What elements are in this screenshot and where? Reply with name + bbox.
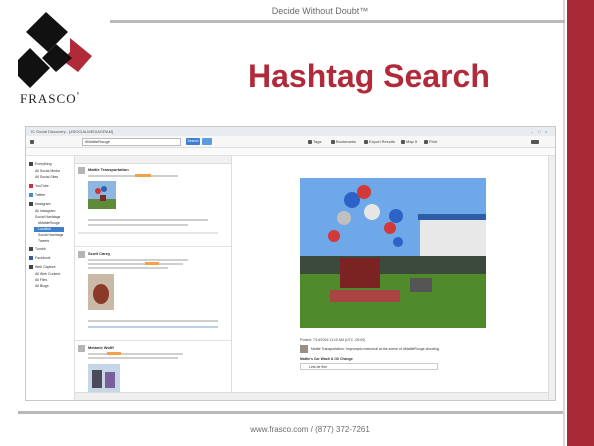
post-timestamp: Posted: 7/19/2016 11:10 AM (UTC -05:00)	[300, 338, 366, 342]
sidebar-item-all-instagram[interactable]: All Instagram	[35, 209, 55, 213]
post-author: Mattie Transportation	[88, 167, 129, 172]
toolbar-export[interactable]: Export Results	[364, 139, 395, 144]
toolbar: #MattieRouge Search Tags Bookmarks Expor…	[26, 136, 555, 148]
printer-icon	[424, 139, 428, 144]
map-pin-icon	[401, 139, 405, 144]
app-screenshot: IC Social Discovery - [#SOCIALMEDIAGRAM]…	[25, 126, 556, 401]
settings-icon[interactable]	[531, 139, 540, 144]
sidebar: Everything All Social Media All Social S…	[26, 156, 75, 400]
post-comment: Mattie Transportation: Impromptu memoria…	[311, 347, 440, 351]
footer: www.frasco.com / (877) 372-7261	[250, 425, 370, 434]
sidebar-item-all-files[interactable]: All Files	[35, 278, 47, 282]
menu-icon[interactable]	[30, 139, 35, 144]
sidebar-item-everything[interactable]: Everything	[29, 162, 52, 167]
toolbar-print[interactable]: Print	[424, 139, 437, 144]
hashtag-highlight	[107, 352, 121, 355]
scrollbar[interactable]	[548, 156, 555, 400]
tagline: Decide Without Doubt™	[271, 6, 369, 16]
logo-text: FRASCO°	[20, 91, 81, 106]
status-bar	[75, 392, 548, 400]
list-item[interactable]: Mattie Transportation	[75, 164, 231, 247]
post-thumbnail[interactable]	[88, 364, 120, 394]
sidebar-item-web-capture[interactable]: Web Capture	[29, 265, 56, 270]
sidebar-item-youtube[interactable]: YouTube	[29, 184, 49, 189]
post-thumbnail[interactable]	[88, 181, 116, 209]
post-author: Melanie Wolff	[88, 345, 114, 350]
post-text-line	[88, 175, 178, 177]
bookmark-icon	[331, 139, 335, 144]
search-input[interactable]: #MattieRouge	[82, 138, 181, 146]
results-list: Mattie Transportation Scott Carey Melani…	[75, 156, 232, 400]
avatar	[78, 345, 85, 352]
hashtag-highlight	[135, 174, 151, 177]
tag-icon	[308, 139, 312, 144]
window-title: IC Social Discovery - [#SOCIALMEDIAGRAM]	[31, 129, 114, 134]
toolbar-tags[interactable]: Tags	[308, 139, 321, 144]
toolbar-bookmarks[interactable]: Bookmarks	[331, 139, 356, 144]
sidebar-item-all-social-sites[interactable]: All Social Sites	[35, 175, 58, 179]
sidebar-item-all-web-content[interactable]: All Web Content	[35, 272, 60, 276]
reply-author: Mattie's Car Wash & Oil Change	[300, 357, 353, 361]
sidebar-item-social-hashtags[interactable]: Social Hashtags	[35, 215, 60, 219]
frasco-logo-icon	[18, 12, 92, 88]
close-icon[interactable]: ×	[545, 129, 550, 134]
top-rule	[110, 20, 565, 23]
options-button[interactable]	[202, 138, 212, 145]
sidebar-item-twitter[interactable]: Twitter	[29, 193, 45, 198]
hashtag-highlight	[145, 262, 159, 265]
sidebar-item-location[interactable]: Location	[38, 227, 51, 231]
avatar	[78, 167, 85, 174]
post-photo[interactable]	[300, 178, 486, 328]
sidebar-item-facebook[interactable]: Facebook	[29, 256, 50, 261]
post-thumbnail[interactable]	[88, 274, 114, 310]
window-titlebar: IC Social Discovery - [#SOCIALMEDIAGRAM]…	[26, 127, 555, 136]
sidebar-item-tumblr[interactable]: Tumblr	[29, 247, 46, 252]
sub-toolbar	[26, 148, 555, 156]
sidebar-item-social-hashtags-2[interactable]: Social Hashtags	[38, 233, 63, 237]
bottom-rule	[18, 411, 563, 414]
avatar	[78, 251, 85, 258]
toolbar-map[interactable]: Map It	[401, 139, 417, 144]
list-item[interactable]: Scott Carey	[75, 248, 231, 341]
export-icon	[364, 139, 368, 144]
post-detail-pane: Posted: 7/19/2016 11:10 AM (UTC -05:00) …	[232, 156, 548, 400]
search-button[interactable]: Search	[186, 138, 200, 145]
sidebar-item-all-social-media[interactable]: All Social Media	[35, 169, 60, 173]
sidebar-item-instagram[interactable]: Instagram	[29, 202, 51, 207]
maximize-icon[interactable]: □	[538, 129, 543, 134]
right-accent-bar	[567, 0, 594, 446]
slide: Decide Without Doubt™ FRASCO° Hashtag Se…	[0, 0, 594, 446]
minimize-icon[interactable]: –	[531, 129, 536, 134]
post-author: Scott Carey	[88, 251, 111, 256]
results-filter-bar[interactable]	[75, 156, 231, 164]
sidebar-item-all-blogs[interactable]: All Blogs	[35, 284, 49, 288]
right-bar-divider	[563, 0, 565, 446]
sidebar-item-tweets[interactable]: Tweets	[38, 239, 49, 243]
avatar	[300, 345, 308, 353]
sidebar-item-hashtag[interactable]: #MattieRouge	[38, 221, 60, 225]
slide-title: Hashtag Search	[248, 58, 490, 94]
reply-text: Lets be fine	[300, 363, 438, 370]
